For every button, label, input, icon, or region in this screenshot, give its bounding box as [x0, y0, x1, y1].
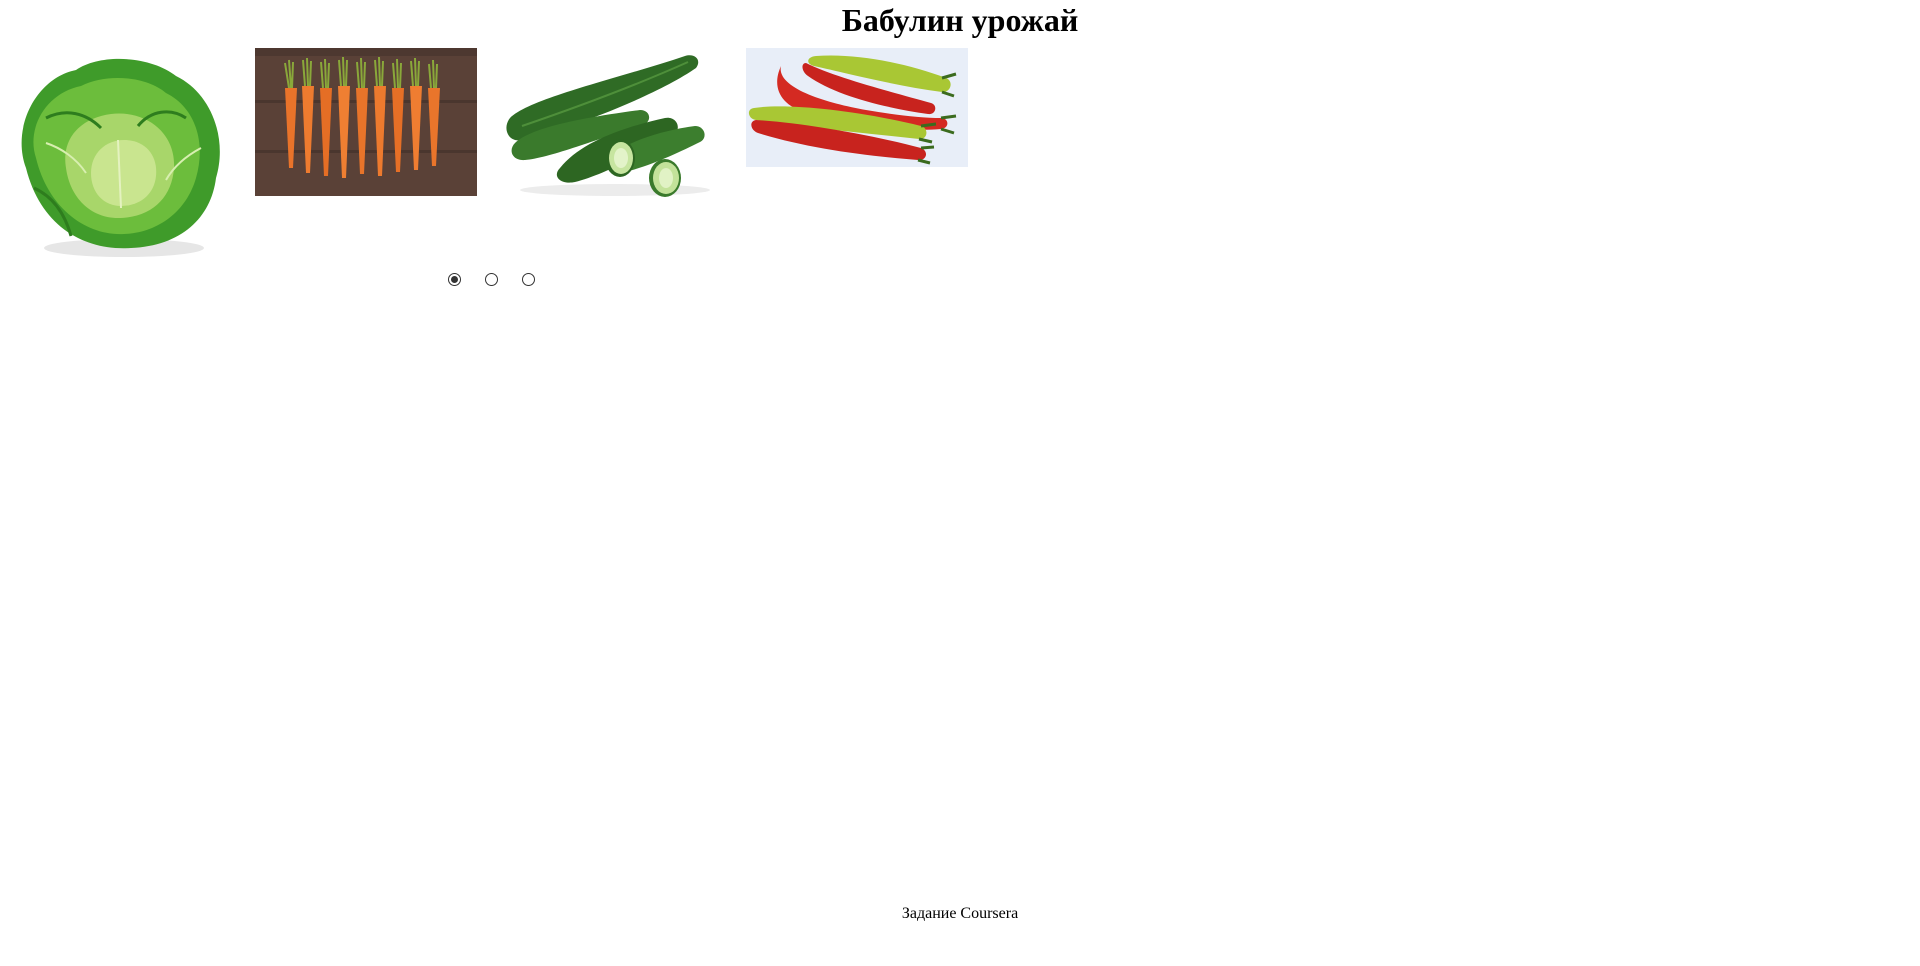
cabbage-image	[6, 48, 234, 268]
chili-peppers-image	[746, 48, 968, 167]
slide-radio-3[interactable]	[522, 273, 535, 286]
slide-radio-2[interactable]	[485, 273, 498, 286]
slider-navigation	[448, 273, 535, 289]
vegetable-gallery	[0, 48, 980, 268]
page: Бабулин урожай Задание Coursera	[0, 0, 1920, 966]
carrots-image	[255, 48, 477, 196]
page-title: Бабулин урожай	[841, 2, 1079, 38]
slide-radio-1[interactable]	[448, 273, 461, 286]
footer-text: Задание Coursera	[901, 905, 1019, 922]
cucumbers-image	[500, 48, 722, 198]
